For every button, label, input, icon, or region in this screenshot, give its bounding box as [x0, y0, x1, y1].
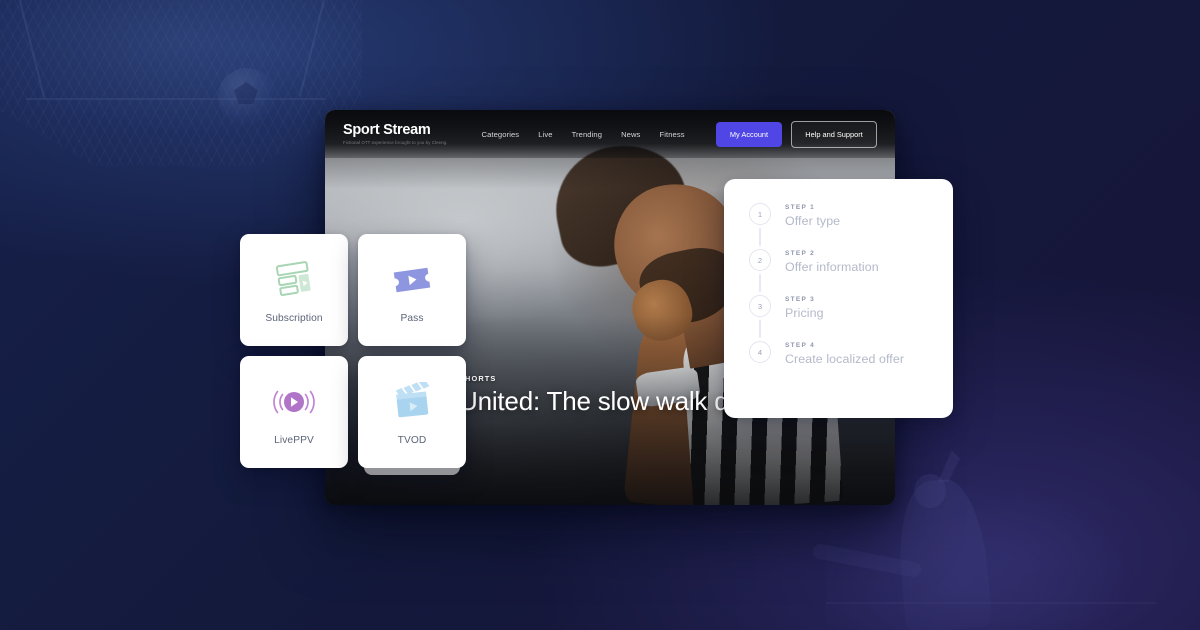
offer-type-label-tvod: TVOD	[397, 434, 427, 446]
topbar-actions: My Account Help and Support	[716, 120, 877, 148]
offer-type-card-tvod[interactable]: TVOD	[358, 356, 466, 475]
step-number-badge-4: 4	[749, 341, 771, 363]
step-title-3: Pricing	[785, 306, 824, 320]
step-connector-2	[759, 274, 761, 292]
nav-item-live[interactable]: Live	[538, 130, 552, 139]
step-body-2: STEP 2 Offer information	[776, 249, 879, 274]
step-number-badge-1: 1	[749, 203, 771, 225]
step-connector-1	[759, 228, 761, 246]
primary-nav: Categories Live Trending News Fitness	[481, 130, 684, 139]
subscription-list-icon	[273, 257, 315, 303]
offer-type-card-subscription[interactable]: Subscription	[240, 234, 348, 346]
my-account-button[interactable]: My Account	[716, 121, 782, 147]
goal-net-icon	[0, 0, 362, 166]
athlete-pitch-line	[826, 602, 1156, 604]
help-and-support-button[interactable]: Help and Support	[791, 120, 877, 148]
clapperboard-icon	[390, 379, 434, 425]
step-body-4: STEP 4 Create localized offer	[776, 341, 904, 366]
live-broadcast-play-icon	[271, 379, 317, 425]
step-body-1: STEP 1 Offer type	[776, 203, 840, 228]
football-icon	[218, 68, 276, 126]
app-topbar: Sport Stream Fictional OTT experience br…	[325, 110, 895, 158]
offer-creation-steps-panel: 1 STEP 1 Offer type 2 STEP 2 Offer infor…	[724, 179, 953, 418]
brand-name: Sport Stream	[343, 121, 431, 138]
ticket-icon	[390, 257, 434, 303]
step-item-1[interactable]: 1 STEP 1 Offer type	[744, 203, 933, 249]
background-stadium-goal-decor	[0, 0, 362, 166]
offer-type-card-pass[interactable]: Pass	[358, 234, 466, 346]
brand-logo[interactable]: Sport Stream Fictional OTT experience br…	[343, 121, 448, 145]
offer-type-label-subscription: Subscription	[265, 312, 323, 324]
step-kicker-1: STEP 1	[785, 204, 816, 211]
page-stage: Sport Stream Fictional OTT experience br…	[0, 0, 1200, 630]
step-connector-3	[759, 320, 761, 338]
nav-item-fitness[interactable]: Fitness	[659, 130, 684, 139]
nav-item-news[interactable]: News	[621, 130, 640, 139]
step-kicker-2: STEP 2	[785, 250, 816, 257]
step-title-4: Create localized offer	[785, 352, 905, 366]
step-item-2[interactable]: 2 STEP 2 Offer information	[744, 249, 933, 295]
step-rail-3: 3	[744, 295, 776, 341]
step-kicker-4: STEP 4	[785, 342, 816, 349]
nav-item-categories[interactable]: Categories	[481, 130, 519, 139]
step-rail-2: 2	[744, 249, 776, 295]
offer-type-label-liveppv: LivePPV	[274, 434, 314, 446]
step-rail-4: 4	[744, 341, 776, 363]
step-title-2: Offer information	[785, 260, 879, 274]
step-kicker-3: STEP 3	[785, 296, 816, 303]
offer-type-card-grid: Subscription Pass LivePPV TVOD	[240, 234, 466, 475]
pitch-line	[26, 98, 326, 100]
nav-item-trending[interactable]: Trending	[572, 130, 603, 139]
step-item-4[interactable]: 4 STEP 4 Create localized offer	[744, 341, 933, 366]
brand-tagline: Fictional OTT experience brought to you …	[343, 139, 448, 145]
step-rail-1: 1	[744, 203, 776, 249]
step-body-3: STEP 3 Pricing	[776, 295, 824, 320]
step-number-badge-3: 3	[749, 295, 771, 317]
offer-type-label-pass: Pass	[400, 312, 424, 324]
step-number-badge-2: 2	[749, 249, 771, 271]
step-title-1: Offer type	[785, 214, 841, 228]
step-item-3[interactable]: 3 STEP 3 Pricing	[744, 295, 933, 341]
offer-type-card-liveppv[interactable]: LivePPV	[240, 356, 348, 468]
